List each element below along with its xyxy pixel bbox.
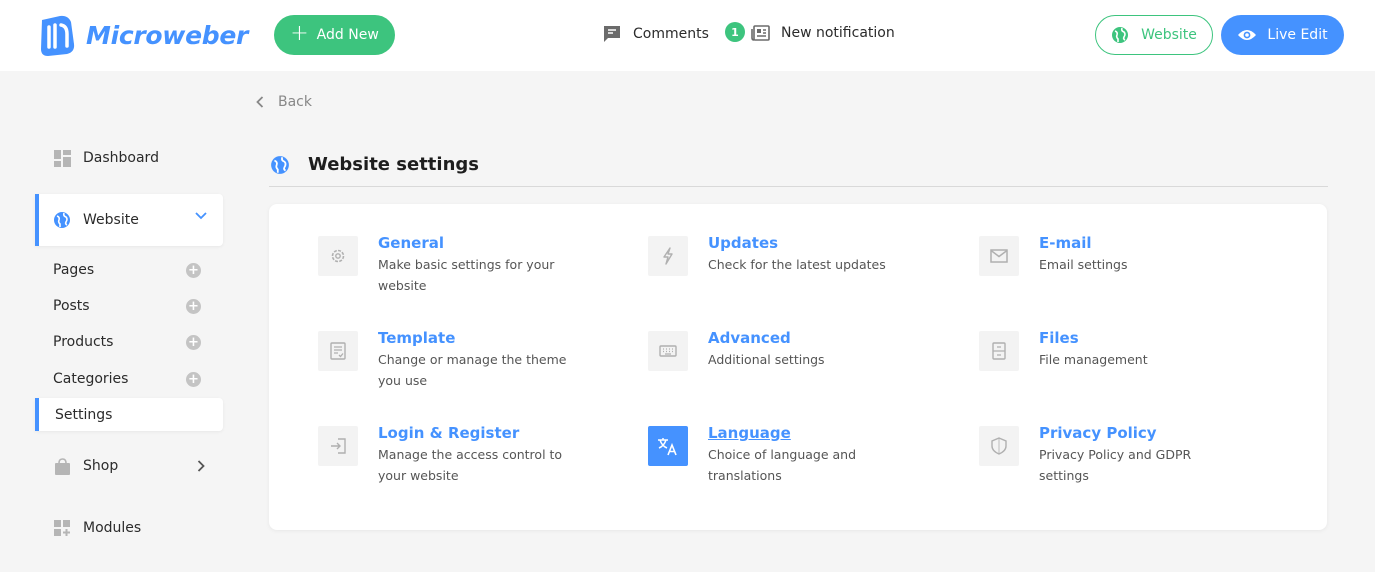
add-category-icon[interactable]: + — [186, 371, 201, 387]
notification-count-badge: 1 — [725, 22, 745, 42]
settings-item-email[interactable]: E-mail Email settings — [979, 234, 1239, 276]
sidebar-item-label: Dashboard — [83, 150, 159, 166]
live-edit-label: Live Edit — [1267, 27, 1328, 43]
settings-item-title[interactable]: General — [378, 232, 578, 254]
settings-item-title[interactable]: Language — [708, 422, 908, 444]
back-link[interactable]: Back — [256, 94, 312, 110]
mail-icon — [979, 236, 1019, 276]
settings-item-updates[interactable]: Updates Check for the latest updates — [648, 234, 908, 276]
sidebar-subitem-posts[interactable]: Posts + — [53, 294, 223, 318]
translate-icon — [648, 426, 688, 466]
sidebar-subitem-categories[interactable]: Categories + — [53, 367, 223, 391]
settings-item-title[interactable]: Files — [1039, 327, 1239, 349]
website-button-label: Website — [1141, 27, 1197, 43]
back-label: Back — [278, 94, 312, 110]
settings-item-desc: Make basic settings for your website — [378, 257, 555, 293]
settings-item-login-register[interactable]: Login & Register Manage the access contr… — [318, 424, 578, 486]
plus-icon: + — [290, 21, 309, 46]
keyboard-icon — [648, 331, 688, 371]
template-icon — [318, 331, 358, 371]
eye-icon — [1238, 30, 1257, 40]
flash-icon — [648, 236, 688, 276]
gear-icon — [318, 236, 358, 276]
file-cabinet-icon — [979, 331, 1019, 371]
sidebar-item-label: Shop — [83, 458, 119, 474]
logo-text: Microweber — [86, 20, 249, 50]
comment-icon — [604, 26, 620, 42]
dashboard-icon — [53, 149, 71, 167]
add-page-icon[interactable]: + — [186, 262, 201, 278]
sidebar-subitem-products[interactable]: Products + — [53, 330, 223, 354]
chevron-left-icon — [256, 96, 264, 108]
settings-item-template[interactable]: Template Change or manage the theme you … — [318, 329, 578, 391]
page-title: Website settings — [270, 154, 479, 175]
add-post-icon[interactable]: + — [186, 298, 201, 314]
logo[interactable]: Microweber — [38, 14, 248, 56]
sidebar-subitem-label: Categories — [53, 371, 129, 387]
globe-icon — [53, 211, 71, 229]
settings-item-desc: Email settings — [1039, 257, 1128, 272]
settings-item-privacy-policy[interactable]: Privacy Policy Privacy Policy and GDPR s… — [979, 424, 1239, 486]
comments-label: Comments — [633, 26, 709, 42]
chevron-down-icon[interactable] — [195, 212, 207, 220]
globe-icon — [1112, 27, 1129, 43]
sidebar-subitem-label: Products — [53, 334, 114, 350]
add-new-label: Add New — [316, 27, 379, 43]
add-new-button[interactable]: + Add New — [274, 15, 395, 55]
microweber-logo-icon — [41, 15, 75, 56]
settings-item-desc: Additional settings — [708, 352, 825, 367]
notifications-link[interactable]: 1 New notification — [725, 22, 895, 43]
live-edit-button[interactable]: Live Edit — [1221, 15, 1344, 55]
newspaper-icon — [751, 25, 770, 41]
add-product-icon[interactable]: + — [186, 334, 201, 350]
settings-item-title[interactable]: Privacy Policy — [1039, 422, 1239, 444]
top-header: Microweber + Add New Comments 1 New noti… — [0, 0, 1375, 71]
sidebar-subitem-settings[interactable]: Settings — [35, 398, 223, 431]
settings-item-desc: File management — [1039, 352, 1148, 367]
title-divider — [269, 186, 1328, 187]
website-button[interactable]: Website — [1095, 15, 1213, 55]
settings-item-advanced[interactable]: Advanced Additional settings — [648, 329, 908, 371]
settings-card: General Make basic settings for your web… — [269, 204, 1327, 530]
sidebar-subitem-label: Posts — [53, 298, 90, 314]
shopping-bag-icon — [53, 457, 71, 475]
settings-item-desc: Check for the latest updates — [708, 257, 886, 272]
sidebar-subitem-label: Settings — [55, 406, 113, 423]
settings-item-title[interactable]: Updates — [708, 232, 908, 254]
settings-item-title[interactable]: E-mail — [1039, 232, 1239, 254]
modules-icon — [53, 519, 71, 537]
sidebar-item-website[interactable]: Website — [35, 194, 223, 246]
settings-item-title[interactable]: Advanced — [708, 327, 908, 349]
settings-item-files[interactable]: Files File management — [979, 329, 1239, 371]
sidebar-item-label: Modules — [83, 520, 142, 536]
globe-icon — [271, 155, 289, 174]
sidebar-subitem-pages[interactable]: Pages + — [53, 258, 223, 282]
settings-item-language[interactable]: Language Choice of language and translat… — [648, 424, 908, 486]
sidebar-subitem-label: Pages — [53, 262, 95, 278]
login-icon — [318, 426, 358, 466]
settings-item-general[interactable]: General Make basic settings for your web… — [318, 234, 578, 296]
sidebar-item-label: Website — [83, 212, 139, 228]
sidebar-item-shop[interactable]: Shop — [35, 454, 223, 478]
settings-item-desc: Privacy Policy and GDPR settings — [1039, 447, 1192, 483]
shield-icon — [979, 426, 1019, 466]
sidebar-item-dashboard[interactable]: Dashboard — [35, 146, 223, 170]
page-title-text: Website settings — [308, 154, 479, 175]
settings-item-title[interactable]: Login & Register — [378, 422, 578, 444]
chevron-right-icon[interactable] — [197, 460, 205, 472]
sidebar-item-modules[interactable]: Modules — [35, 516, 223, 540]
notification-label: New notification — [781, 25, 895, 41]
comments-link[interactable]: Comments — [602, 24, 709, 44]
settings-item-desc: Manage the access control to your websit… — [378, 447, 563, 483]
settings-item-desc: Change or manage the theme you use — [378, 352, 567, 388]
settings-item-title[interactable]: Template — [378, 327, 578, 349]
settings-item-desc: Choice of language and translations — [708, 447, 857, 483]
